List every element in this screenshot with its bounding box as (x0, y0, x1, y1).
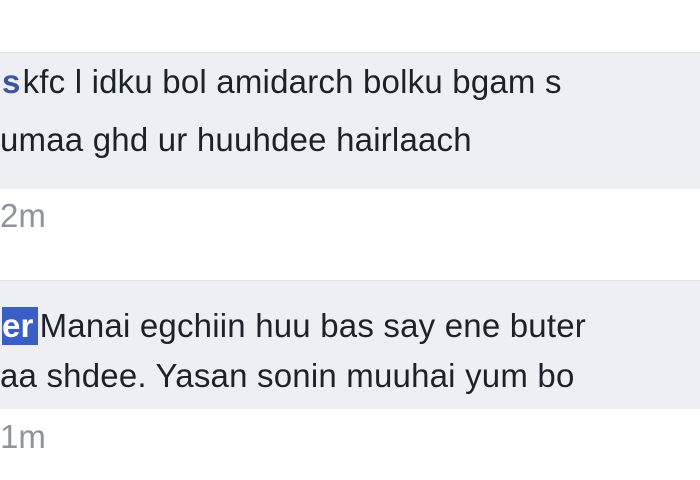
comment-text-line: skfc l idku bol amidarch bolku bgam s (2, 63, 562, 101)
comment-text-line: aa shdee. Yasan sonin muuhai yum bo (0, 357, 575, 394)
comment-list: skfc l idku bol amidarch bolku bgam s um… (0, 0, 700, 480)
comment-bubble: skfc l idku bol amidarch bolku bgam s um… (0, 52, 700, 189)
comment-timestamp[interactable]: 1m (0, 418, 46, 456)
comment-timestamp[interactable]: 2m (0, 197, 46, 235)
comment-separator (0, 236, 700, 280)
mention-tag[interactable]: er (2, 307, 38, 345)
top-spacer (0, 0, 700, 52)
comment-bubble: er Manai egchiin huu bas say ene buter aa… (0, 280, 700, 409)
comment-item: skfc l idku bol amidarch bolku bgam s um… (0, 52, 700, 234)
commenter-name-link[interactable]: s (2, 63, 21, 101)
comment-text: Manai egchiin huu bas say ene buter (39, 307, 586, 344)
comment-text-line: umaa ghd ur huuhdee hairlaach (0, 121, 472, 158)
comment-text: kfc l idku bol amidarch bolku bgam s (22, 63, 562, 100)
comment-item: er Manai egchiin huu bas say ene buter aa… (0, 280, 700, 455)
comment-text-line: er Manai egchiin huu bas say ene buter (2, 307, 586, 345)
